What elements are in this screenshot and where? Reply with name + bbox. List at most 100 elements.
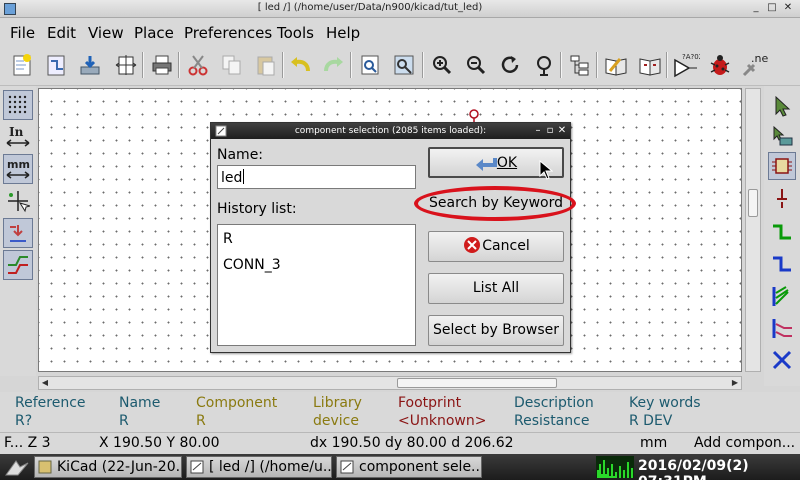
menu-preferences[interactable]: Preferences bbox=[184, 24, 272, 42]
bus-wire-entry-icon[interactable] bbox=[768, 282, 796, 310]
bus-bus-entry-icon[interactable] bbox=[768, 314, 796, 342]
dialog-title: component selection (2085 items loaded): bbox=[294, 126, 487, 136]
dialog-minimize-button[interactable]: – bbox=[533, 123, 543, 139]
erc-icon[interactable] bbox=[706, 51, 734, 79]
name-input-value: led bbox=[221, 170, 243, 186]
library-editor-icon[interactable] bbox=[602, 51, 630, 79]
undo-icon[interactable] bbox=[286, 51, 314, 79]
find-icon[interactable] bbox=[356, 51, 384, 79]
task-eeschema[interactable]: [ led /] (/home/u... bbox=[186, 456, 332, 478]
minimize-button[interactable]: _ bbox=[750, 2, 762, 14]
copy-icon[interactable] bbox=[218, 51, 246, 79]
grid-toggle-icon[interactable] bbox=[3, 90, 33, 120]
paste-icon[interactable] bbox=[252, 51, 280, 79]
info-header: Description bbox=[514, 395, 594, 411]
menu-help[interactable]: Help bbox=[326, 24, 360, 42]
redo-icon[interactable] bbox=[320, 51, 348, 79]
info-header: Reference bbox=[15, 395, 86, 411]
history-list[interactable]: R CONN_3 bbox=[217, 224, 416, 346]
new-sheet-icon[interactable] bbox=[8, 51, 36, 79]
scroll-right-icon[interactable]: ▶ bbox=[729, 377, 741, 389]
redraw-icon[interactable] bbox=[496, 51, 524, 79]
mm-label: mm bbox=[7, 158, 30, 171]
info-header: Key words bbox=[629, 395, 701, 411]
info-footprint: Footprint <Unknown> bbox=[398, 394, 486, 430]
mm-units-icon[interactable]: mm bbox=[3, 154, 33, 184]
select-arrow-icon[interactable] bbox=[768, 92, 796, 120]
history-item-conn3[interactable]: CONN_3 bbox=[223, 257, 281, 273]
task-component-selection[interactable]: component sele... bbox=[336, 456, 482, 478]
menu-launcher-icon[interactable] bbox=[4, 457, 30, 477]
menu-file[interactable]: File bbox=[10, 24, 35, 42]
cut-icon[interactable] bbox=[184, 51, 212, 79]
print-icon[interactable] bbox=[148, 51, 176, 79]
page-settings-icon[interactable] bbox=[112, 51, 140, 79]
search-by-keyword-button[interactable]: Search by Keyword bbox=[428, 189, 564, 220]
netlist-icon[interactable]: .net bbox=[740, 51, 768, 79]
window-title: [ led /] (/home/user/Data/n900/kicad/tut… bbox=[257, 2, 483, 13]
bus-wire-orientation-icon[interactable] bbox=[3, 250, 33, 280]
info-component: Component R bbox=[196, 394, 277, 430]
window-titlebar: [ led /] (/home/user/Data/n900/kicad/tut… bbox=[0, 0, 800, 18]
ok-arrow-icon bbox=[475, 158, 497, 171]
menu-view[interactable]: View bbox=[88, 24, 124, 42]
hierarchy-nav-icon[interactable] bbox=[566, 51, 594, 79]
task-kicad[interactable]: KiCad (22-Jun-20... bbox=[34, 456, 182, 478]
ok-label: OK bbox=[496, 155, 518, 171]
menu-edit[interactable]: Edit bbox=[47, 24, 76, 42]
dialog-maximize-button[interactable]: ▫ bbox=[545, 123, 555, 139]
dialog-close-button[interactable]: ✕ bbox=[557, 123, 567, 139]
name-input[interactable]: led bbox=[217, 165, 416, 189]
hierarchy-icon[interactable] bbox=[42, 51, 70, 79]
place-bus-icon[interactable] bbox=[768, 250, 796, 278]
status-bar: F... Z 3 X 190.50 Y 80.00 dx 190.50 dy 8… bbox=[0, 432, 800, 454]
library-browser-icon[interactable] bbox=[636, 51, 664, 79]
info-value: R? bbox=[15, 413, 33, 429]
save-icon[interactable] bbox=[76, 51, 104, 79]
cancel-button[interactable]: Cancel bbox=[428, 231, 564, 262]
menu-place[interactable]: Place bbox=[134, 24, 174, 42]
mouse-cursor-icon bbox=[539, 160, 553, 180]
info-keywords: Key words R DEV bbox=[629, 394, 701, 430]
maximize-button[interactable]: □ bbox=[766, 2, 778, 14]
power-port-icon[interactable] bbox=[768, 184, 796, 212]
dialog-app-icon bbox=[340, 460, 354, 474]
scroll-left-icon[interactable]: ◀ bbox=[39, 377, 51, 389]
annotate-icon[interactable]: ?A?02 bbox=[672, 51, 700, 79]
cursor-shape-icon[interactable] bbox=[3, 186, 33, 216]
history-item-r[interactable]: R bbox=[223, 231, 233, 247]
main-toolbar: ?A?02 .net bbox=[0, 46, 800, 86]
status-action: Add compon... bbox=[694, 435, 796, 451]
horizontal-scrollbar[interactable]: ◀ ▶ bbox=[38, 376, 742, 390]
highlight-net-icon[interactable] bbox=[768, 122, 796, 150]
info-header: Name bbox=[119, 395, 161, 411]
find-replace-icon[interactable] bbox=[390, 51, 418, 79]
no-connect-icon[interactable] bbox=[768, 346, 796, 374]
place-wire-icon[interactable] bbox=[768, 218, 796, 246]
task-label: KiCad (22-Jun-20... bbox=[57, 459, 182, 475]
list-all-label: List All bbox=[472, 280, 520, 296]
vertical-scroll-thumb[interactable] bbox=[748, 189, 758, 217]
search-by-keyword-label: Search by Keyword bbox=[429, 195, 563, 211]
horizontal-scroll-thumb[interactable] bbox=[397, 378, 557, 388]
menu-tools[interactable]: Tools bbox=[277, 24, 314, 42]
info-header: Library bbox=[313, 395, 362, 411]
toolbar-separator bbox=[350, 52, 352, 78]
zoom-in-icon[interactable] bbox=[428, 51, 456, 79]
hidden-pins-icon[interactable] bbox=[3, 218, 33, 248]
dialog-titlebar: component selection (2085 items loaded):… bbox=[211, 123, 570, 139]
info-description: Description Resistance bbox=[514, 394, 594, 430]
vertical-scrollbar[interactable] bbox=[745, 88, 761, 372]
eeschema-app-icon bbox=[190, 460, 204, 474]
place-component-icon[interactable] bbox=[768, 152, 796, 180]
list-all-button[interactable]: List All bbox=[428, 273, 564, 304]
cpu-monitor-icon bbox=[596, 456, 634, 478]
select-by-browser-button[interactable]: Select by Browser bbox=[428, 315, 564, 346]
close-button[interactable]: ✕ bbox=[782, 2, 794, 14]
zoom-fit-icon[interactable] bbox=[530, 51, 558, 79]
inch-units-icon[interactable]: In bbox=[3, 122, 33, 152]
toolbar-separator bbox=[178, 52, 180, 78]
zoom-out-icon[interactable] bbox=[462, 51, 490, 79]
right-toolbar bbox=[764, 86, 800, 386]
toolbar-separator bbox=[560, 52, 562, 78]
